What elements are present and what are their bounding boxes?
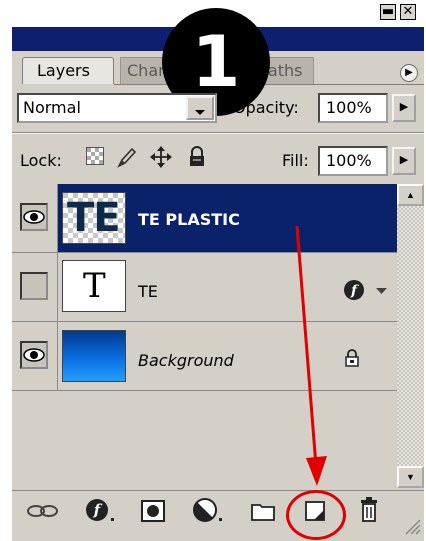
layer-name[interactable]: Background: [138, 351, 234, 370]
layer-style-icon[interactable]: f: [84, 498, 118, 524]
lock-label: Lock:: [20, 151, 62, 170]
visibility-toggle[interactable]: [20, 341, 48, 369]
layer-thumbnail-te-plastic: TE: [62, 192, 126, 244]
lock-all-icon[interactable]: [188, 146, 206, 168]
thumbnail-text: T: [83, 266, 106, 306]
layer-thumbnail-background: [62, 330, 126, 382]
link-icon[interactable]: [26, 501, 60, 521]
visibility-toggle[interactable]: [20, 272, 48, 300]
opacity-field[interactable]: 100%: [318, 93, 388, 123]
visibility-toggle[interactable]: [20, 203, 48, 231]
lock-position-icon[interactable]: [150, 146, 172, 168]
add-mask-icon[interactable]: [140, 498, 166, 524]
scroll-down-button[interactable]: ▼: [397, 466, 424, 488]
opacity-slider-button[interactable]: ▶: [392, 94, 416, 122]
minimize-button[interactable]: ▬: [380, 4, 396, 20]
blend-mode-dropdown-button[interactable]: [186, 96, 214, 120]
layer-name[interactable]: TE PLASTIC: [138, 210, 240, 229]
fill-slider-button[interactable]: ▶: [392, 147, 416, 175]
panel-menu-button[interactable]: ▶: [400, 64, 418, 82]
tab-layers[interactable]: Layers: [22, 57, 114, 84]
adjustment-layer-icon[interactable]: [192, 498, 226, 524]
separator-highlight: [12, 133, 424, 134]
trash-icon[interactable]: [358, 496, 380, 524]
chevron-down-icon: [195, 110, 205, 115]
layer-effects-icon[interactable]: f: [343, 279, 365, 301]
eye-icon: [23, 210, 45, 224]
expand-effects-icon[interactable]: [374, 280, 390, 302]
resize-grip-icon[interactable]: [402, 516, 422, 536]
close-button[interactable]: ✕: [400, 4, 416, 20]
scroll-up-button[interactable]: ▲: [397, 184, 424, 206]
lock-transparency-icon[interactable]: [86, 147, 104, 165]
lock-icon: [345, 349, 359, 367]
layer-thumbnail-te: T: [62, 260, 126, 312]
tab-divider: [114, 84, 424, 85]
thumbnail-text: TE: [67, 195, 121, 241]
fill-field[interactable]: 100%: [318, 146, 388, 176]
opacity-label: Opacity:: [233, 98, 299, 117]
folder-icon[interactable]: [250, 500, 276, 522]
fill-label: Fill:: [282, 151, 309, 170]
layers-scrollbar[interactable]: [397, 184, 424, 488]
lock-image-pixels-icon[interactable]: [116, 146, 138, 168]
eye-icon: [23, 348, 45, 362]
layer-name[interactable]: TE: [138, 282, 158, 301]
highlight-circle: [286, 490, 346, 540]
